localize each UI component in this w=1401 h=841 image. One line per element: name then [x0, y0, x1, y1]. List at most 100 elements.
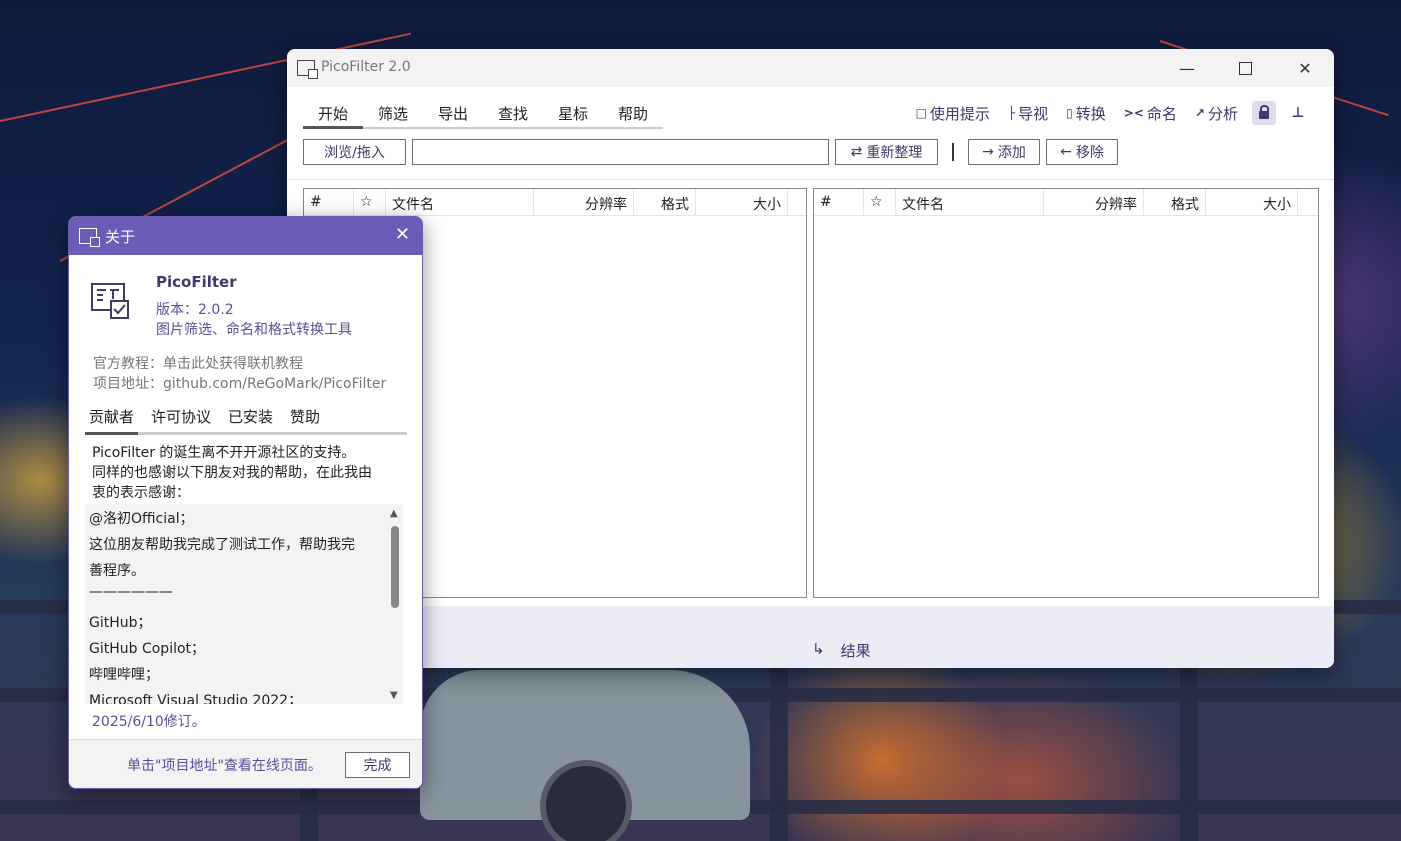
close-icon: ✕ [1298, 58, 1312, 78]
column-index[interactable]: # [304, 189, 354, 215]
main-titlebar[interactable]: PicoFilter 2.0 — ✕ [287, 49, 1334, 87]
minimize-button[interactable]: — [1158, 49, 1216, 87]
about-tutorial-link[interactable]: 官方教程：单击此处获得联机教程 [93, 353, 303, 373]
about-project-link[interactable]: 项目地址：github.com/ReGoMark/PicoFilter [93, 373, 386, 393]
menu-tab-export[interactable]: 导出 [423, 95, 483, 129]
menu-tab-star[interactable]: 星标 [543, 95, 603, 129]
analyze-button[interactable]: ↗ 分析 [1191, 103, 1242, 124]
column-resolution[interactable]: 分辨率 [534, 189, 634, 215]
result-bar: ↳ 结果 [287, 606, 1334, 668]
trend-icon: ↗ [1194, 106, 1205, 120]
main-toolbar: □ 使用提示 ├ 导视 ▯ 转换 >< 命名 ↗ 分析 ⊥ [912, 101, 1310, 125]
intro-line: 衷的表示感谢： [92, 485, 190, 501]
close-button[interactable]: ✕ [1276, 49, 1334, 87]
menu-tab-start[interactable]: 开始 [303, 95, 363, 129]
scroll-up-icon[interactable]: ▲ [390, 508, 398, 519]
about-tabs: 贡献者 许可协议 已安装 赞助 [85, 401, 407, 435]
scroll-thumb[interactable] [391, 526, 399, 608]
wallpaper-wheel [540, 760, 632, 841]
intro-line: PicoFilter 的诞生离不开开源社区的支持。 [92, 445, 356, 461]
app-icon [79, 228, 100, 247]
column-filename[interactable]: 文件名 [386, 189, 534, 215]
rename-label: 命名 [1146, 104, 1177, 123]
view-button[interactable]: ├ 导视 [1004, 103, 1052, 124]
toolbar-separator [952, 143, 954, 161]
credit-line: —————— [89, 584, 173, 600]
credit-line: @洛初Official； [89, 511, 194, 527]
browse-label: 浏览/拖入 [324, 145, 385, 161]
about-titlebar[interactable]: 关于 ✕ [69, 217, 422, 255]
done-button[interactable]: 完成 [345, 752, 410, 778]
pin-button[interactable]: ⊥ [1286, 101, 1310, 125]
code-brackets-icon: >< [1123, 106, 1144, 120]
result-button[interactable]: ↳ 结果 [812, 640, 871, 661]
column-star[interactable]: ☆ [354, 189, 386, 215]
main-window-title: PicoFilter 2.0 [321, 59, 411, 75]
maximize-button[interactable] [1216, 49, 1274, 87]
convert-label: 转换 [1075, 104, 1106, 123]
about-app-name: PicoFilter [156, 273, 237, 291]
menu-tab-help[interactable]: 帮助 [603, 95, 663, 129]
remove-label: 移除 [1075, 145, 1104, 161]
result-label: 结果 [840, 642, 871, 660]
document-icon: ▯ [1066, 106, 1073, 120]
rename-button[interactable]: >< 命名 [1120, 103, 1181, 124]
column-star[interactable]: ☆ [864, 189, 896, 215]
picofilter-logo-icon [91, 283, 129, 319]
credit-line: 这位朋友帮助我完成了测试工作，帮助我完 [89, 537, 355, 553]
right-file-list[interactable]: # ☆ 文件名 分辨率 格式 大小 [813, 188, 1319, 598]
about-close-button[interactable]: ✕ [395, 224, 410, 245]
swap-arrows-icon: ⇄ [850, 144, 863, 160]
pin-icon: ⊥ [1291, 105, 1305, 121]
minimize-icon: — [1179, 58, 1195, 78]
menu-tab-filter[interactable]: 筛选 [363, 95, 423, 129]
lock-button[interactable] [1252, 101, 1276, 125]
credit-line: 善程序。 [89, 563, 145, 579]
credits-scrollbar[interactable]: ▲ ▼ [387, 504, 403, 704]
contributors-intro: PicoFilter 的诞生离不开开源社区的支持。 同样的也感谢以下朋友对我的帮… [92, 443, 402, 503]
credit-line: Microsoft Visual Studio 2022； [89, 693, 303, 704]
left-table-header: # ☆ 文件名 分辨率 格式 大小 [304, 189, 806, 216]
column-format[interactable]: 格式 [634, 189, 696, 215]
column-resolution[interactable]: 分辨率 [1044, 189, 1144, 215]
convert-button[interactable]: ▯ 转换 [1062, 103, 1110, 124]
tree-icon: ├ [1007, 106, 1016, 120]
done-label: 完成 [363, 758, 392, 774]
reorganize-button[interactable]: ⇄ 重新整理 [835, 139, 938, 165]
close-icon: ✕ [394, 224, 410, 245]
arrow-right-icon: → [982, 144, 994, 160]
add-button[interactable]: → 添加 [968, 139, 1040, 165]
lock-icon [1259, 105, 1269, 119]
intro-line: 同样的也感谢以下朋友对我的帮助，在此我由 [92, 465, 372, 481]
main-menu-bar: 开始 筛选 导出 查找 星标 帮助 [303, 95, 663, 129]
menu-tab-find[interactable]: 查找 [483, 95, 543, 129]
credit-line: 哔哩哔哩； [89, 667, 159, 683]
speech-bubble-icon: □ [915, 106, 927, 120]
credit-line: GitHub Copilot； [89, 641, 206, 657]
column-filename[interactable]: 文件名 [896, 189, 1044, 215]
tab-contributors[interactable]: 贡献者 [85, 401, 139, 435]
column-format[interactable]: 格式 [1144, 189, 1206, 215]
tab-sponsor[interactable]: 赞助 [286, 401, 324, 432]
credit-line: GitHub； [89, 615, 152, 631]
about-description: 图片筛选、命名和格式转换工具 [156, 322, 352, 338]
toolbar-divider [287, 179, 1334, 180]
browse-button[interactable]: 浏览/拖入 [303, 139, 406, 165]
add-label: 添加 [997, 145, 1026, 161]
about-dialog: 关于 ✕ PicoFilter 版本：2.0.2 图片筛选、命名和格式转换工具 … [68, 216, 423, 789]
tab-installed[interactable]: 已安装 [224, 401, 277, 432]
footer-hint: 单击"项目地址"查看在线页面。 [127, 758, 322, 774]
credits-list[interactable]: @洛初Official； 这位朋友帮助我完成了测试工作，帮助我完 善程序。 ——… [85, 504, 403, 704]
column-index[interactable]: # [814, 189, 864, 215]
picofilter-main-window: PicoFilter 2.0 — ✕ 开始 筛选 导出 查找 星标 帮助 □ 使用… [287, 49, 1334, 668]
column-size[interactable]: 大小 [696, 189, 788, 215]
tips-button[interactable]: □ 使用提示 [912, 103, 994, 124]
remove-button[interactable]: ← 移除 [1046, 139, 1118, 165]
tab-license[interactable]: 许可协议 [147, 401, 215, 432]
about-version: 版本：2.0.2 [156, 302, 234, 318]
path-input[interactable] [412, 139, 829, 165]
scroll-down-icon[interactable]: ▼ [390, 690, 398, 701]
column-size[interactable]: 大小 [1206, 189, 1298, 215]
return-arrow-icon: ↳ [812, 640, 825, 658]
app-icon [297, 60, 318, 79]
